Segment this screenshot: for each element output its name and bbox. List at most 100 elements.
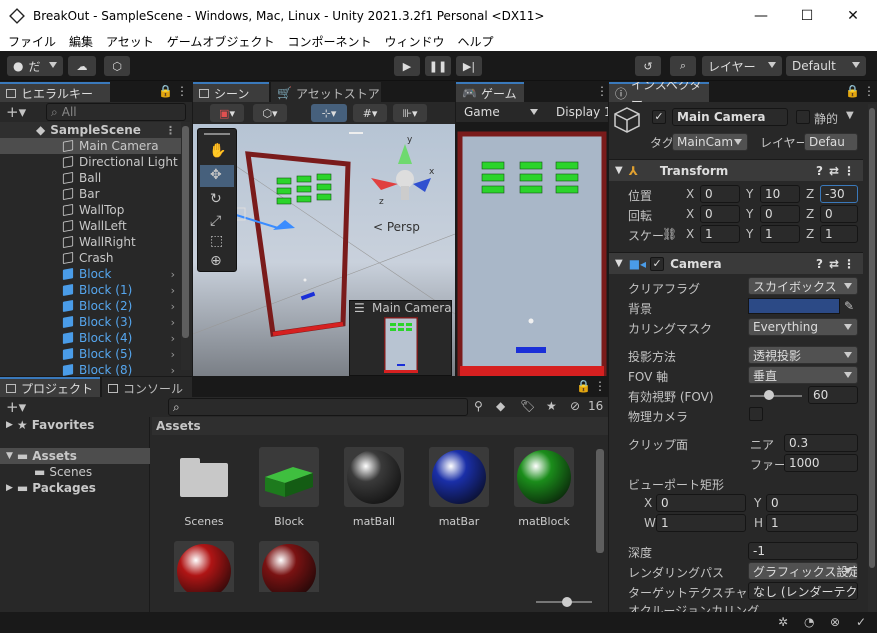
tree-scenes[interactable]: ▬ Scenes bbox=[0, 464, 150, 480]
inspector-scrollbar[interactable] bbox=[868, 104, 876, 612]
game-view[interactable] bbox=[456, 122, 608, 376]
chevron-right-icon[interactable]: › bbox=[171, 316, 175, 329]
tab-asset-store[interactable]: 🛒 アセットストア bbox=[271, 82, 381, 102]
pause-button[interactable]: ❚❚ bbox=[425, 56, 451, 76]
bug-icon[interactable]: ✲ bbox=[778, 615, 788, 629]
camera-enabled-checkbox[interactable]: ✓ bbox=[650, 256, 665, 271]
status-check-icon[interactable]: ✓ bbox=[856, 615, 866, 629]
fov-field[interactable]: 60 bbox=[808, 386, 858, 404]
tree-assets[interactable]: ▼ ▬ Assets bbox=[0, 448, 150, 464]
hierarchy-item[interactable]: WallLeft bbox=[0, 218, 181, 234]
rendering-path-dropdown[interactable]: グラフィックス設定を bbox=[748, 562, 858, 580]
hierarchy-item[interactable]: Block (3) › bbox=[0, 314, 181, 330]
tag-icon[interactable]: 🏷 bbox=[520, 399, 535, 413]
hierarchy-item[interactable]: Directional Light bbox=[0, 154, 181, 170]
transform-header[interactable]: ▼ ⅄ Transform ? ⇄ ⋮ bbox=[609, 159, 863, 181]
draw-mode-dropdown[interactable]: ▣ ▾ bbox=[210, 104, 244, 122]
chevron-right-icon[interactable]: › bbox=[171, 300, 175, 313]
fov-slider-track[interactable] bbox=[750, 395, 802, 397]
tab-project[interactable]: プロジェクト bbox=[0, 377, 100, 397]
asset-item[interactable]: matBar bbox=[427, 447, 491, 528]
rotation-x-field[interactable]: 0 bbox=[700, 205, 740, 223]
hierarchy-item[interactable]: WallRight bbox=[0, 234, 181, 250]
collab-button[interactable]: ⬡ bbox=[104, 56, 130, 76]
hierarchy-item[interactable]: Block (4) › bbox=[0, 330, 181, 346]
viewport-h-field[interactable]: 1 bbox=[766, 514, 858, 532]
layers-dropdown[interactable]: レイヤー bbox=[702, 56, 782, 76]
menu-assets[interactable]: アセット bbox=[98, 33, 159, 50]
scene-root[interactable]: ◆ SampleScene ⋮ bbox=[0, 122, 182, 138]
projection-dropdown[interactable]: 透視投影 bbox=[748, 346, 858, 364]
play-button[interactable]: ▶ bbox=[394, 56, 420, 76]
chevron-right-icon[interactable]: › bbox=[171, 364, 175, 377]
viewport-w-field[interactable]: 1 bbox=[656, 514, 746, 532]
tab-inspector[interactable]: ⓘ インスペクター bbox=[609, 82, 709, 109]
fov-axis-dropdown[interactable]: 垂直 bbox=[748, 366, 858, 384]
cloud-button[interactable]: ☁ bbox=[68, 56, 96, 76]
more-icon[interactable]: ⋮ bbox=[165, 124, 176, 137]
lock-icon[interactable]: 🔒 bbox=[158, 84, 173, 98]
filter-label-icon[interactable]: ◆ bbox=[496, 399, 505, 413]
background-color-swatch[interactable] bbox=[748, 298, 840, 314]
move-tool-button[interactable]: ✥ bbox=[200, 165, 234, 187]
search-button[interactable]: ⌕ bbox=[670, 56, 696, 76]
fov-slider-handle[interactable] bbox=[764, 390, 774, 400]
zoom-slider-handle[interactable] bbox=[562, 597, 572, 607]
menu-file[interactable]: ファイル bbox=[0, 33, 61, 50]
more-icon[interactable]: ⋮ bbox=[596, 84, 608, 98]
lock-icon[interactable]: 🔒 bbox=[845, 84, 860, 98]
viewport-x-field[interactable]: 0 bbox=[656, 494, 746, 512]
hierarchy-item[interactable]: Block (1) › bbox=[0, 282, 181, 298]
shading-dropdown[interactable]: ⬡ ▾ bbox=[253, 104, 287, 122]
more-icon[interactable]: ⋮ bbox=[863, 84, 875, 98]
create-button[interactable]: +▾ bbox=[6, 398, 26, 416]
camera-header[interactable]: ▼ ■◂ ✓ Camera ? ⇄ ⋮ bbox=[609, 252, 863, 274]
persp-label[interactable]: < Persp bbox=[373, 220, 420, 234]
history-button[interactable]: ↺ bbox=[635, 56, 661, 76]
object-name-field[interactable]: Main Camera bbox=[672, 108, 788, 126]
progress-icon[interactable]: ◔ bbox=[804, 615, 814, 629]
maximize-button[interactable]: ☐ bbox=[784, 0, 830, 31]
near-field[interactable]: 0.3 bbox=[784, 434, 858, 452]
position-x-field[interactable]: 0 bbox=[700, 185, 740, 203]
asset-item[interactable]: Scenes bbox=[172, 447, 236, 528]
menu-edit[interactable]: 編集 bbox=[61, 33, 98, 50]
active-checkbox[interactable]: ✓ bbox=[652, 110, 666, 124]
position-z-field[interactable]: -30 bbox=[820, 185, 858, 203]
assets-scrollbar-thumb[interactable] bbox=[596, 449, 604, 553]
hierarchy-scrollbar[interactable] bbox=[181, 122, 190, 370]
tab-scene[interactable]: シーン bbox=[193, 82, 269, 102]
preset-icon[interactable]: ⇄ bbox=[829, 164, 839, 178]
scale-z-field[interactable]: 1 bbox=[820, 225, 858, 243]
chevron-right-icon[interactable]: › bbox=[171, 284, 175, 297]
hierarchy-item[interactable]: Ball bbox=[0, 170, 181, 186]
far-field[interactable]: 1000 bbox=[784, 454, 858, 472]
rotate-tool-icon[interactable]: ↻ bbox=[210, 191, 222, 207]
transform-tool-icon[interactable]: ⊕ bbox=[210, 253, 222, 269]
chevron-right-icon[interactable]: › bbox=[171, 268, 175, 281]
add-button[interactable]: +▾ bbox=[6, 103, 26, 121]
depth-field[interactable]: -1 bbox=[748, 542, 858, 560]
pivot-dropdown[interactable]: ⊹ ▾ bbox=[311, 104, 347, 122]
link-icon[interactable]: ⛓ bbox=[662, 227, 677, 241]
tab-game[interactable]: 🎮 ゲーム bbox=[456, 82, 524, 102]
hierarchy-item[interactable]: Crash bbox=[0, 250, 181, 266]
menu-gameobject[interactable]: ゲームオブジェクト bbox=[159, 33, 280, 50]
menu-window[interactable]: ウィンドウ bbox=[376, 33, 449, 50]
increment-dropdown[interactable]: ⊪ ▾ bbox=[393, 104, 427, 122]
hierarchy-item[interactable]: Block (2) › bbox=[0, 298, 181, 314]
scale-tool-icon[interactable]: ⤢ bbox=[210, 213, 221, 229]
project-search-input[interactable]: ⌕ bbox=[168, 398, 468, 416]
target-texture-field[interactable]: なし (レンダーテクス bbox=[748, 582, 858, 600]
position-y-field[interactable]: 10 bbox=[760, 185, 800, 203]
asset-item[interactable]: matBall bbox=[342, 447, 406, 528]
favorite-icon[interactable]: ★ bbox=[546, 399, 557, 413]
viewport-y-field[interactable]: 0 bbox=[766, 494, 858, 512]
more-icon[interactable]: ⋮ bbox=[843, 164, 855, 178]
chevron-right-icon[interactable]: › bbox=[171, 332, 175, 345]
close-button[interactable]: ✕ bbox=[830, 0, 876, 31]
hierarchy-item[interactable]: WallTop bbox=[0, 202, 181, 218]
more-icon[interactable]: ⋮ bbox=[176, 84, 188, 98]
account-dropdown[interactable]: ● だ bbox=[7, 56, 63, 76]
hierarchy-item[interactable]: Bar bbox=[0, 186, 181, 202]
